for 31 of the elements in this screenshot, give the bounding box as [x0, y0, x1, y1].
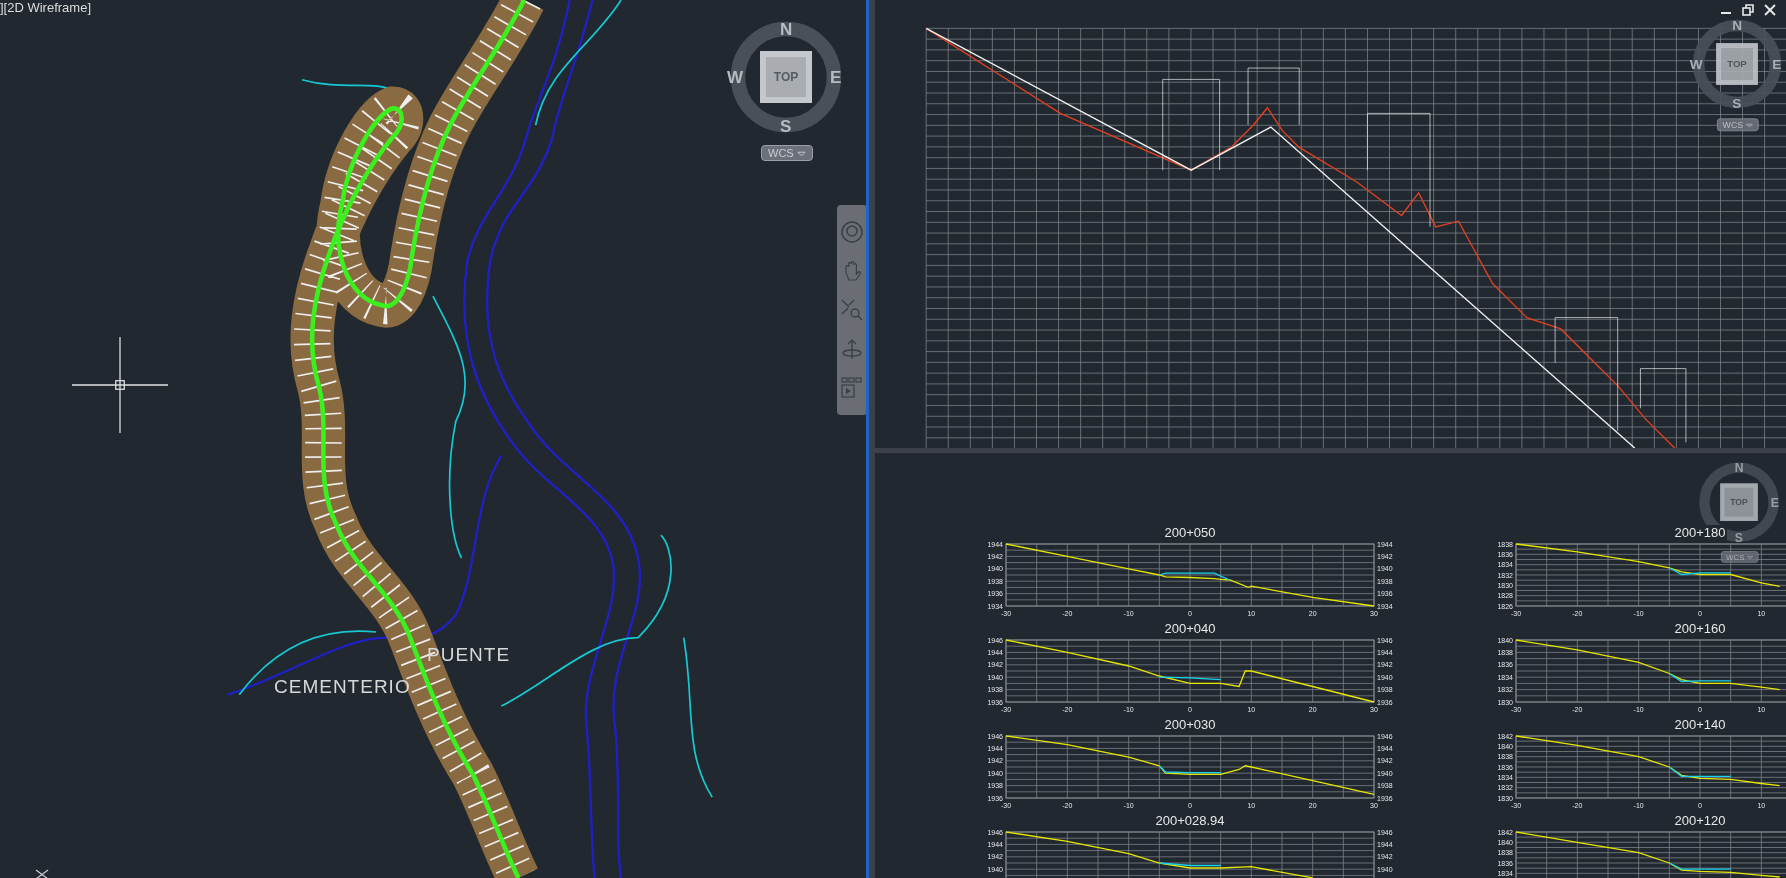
close-icon[interactable] — [1764, 4, 1776, 16]
ucs-icon — [34, 869, 50, 878]
viewport-label[interactable]: ][2D Wireframe] — [0, 0, 91, 15]
compass-south[interactable]: S — [780, 118, 792, 135]
compass-north[interactable]: N — [1732, 19, 1743, 33]
compass-north[interactable]: N — [780, 21, 793, 38]
compass-south[interactable]: S — [1732, 96, 1742, 111]
section-title: 200+040 — [1162, 621, 1218, 636]
crosshair-cursor-icon — [72, 337, 168, 433]
compass-east[interactable]: E — [1770, 496, 1779, 509]
compass-west[interactable]: W — [1689, 57, 1703, 72]
section-title: 200+030 — [1162, 717, 1218, 732]
section-title: 200+180 — [1672, 525, 1728, 540]
dropdown-caret-icon — [1745, 123, 1753, 128]
section-title: 200+120 — [1672, 813, 1728, 828]
compass-east[interactable]: E — [1772, 57, 1782, 72]
wcs-menu[interactable]: WCS — [1717, 118, 1759, 132]
section-title: 200+140 — [1672, 717, 1728, 732]
section-title: 200+160 — [1672, 621, 1728, 636]
compass-south[interactable]: S — [1734, 531, 1743, 544]
compass-west[interactable]: W — [727, 69, 744, 86]
wcs-menu[interactable]: WCS — [761, 145, 813, 161]
viewcube-top-face[interactable]: TOP — [1720, 483, 1758, 521]
viewcube-top-face[interactable]: TOP — [1716, 43, 1758, 85]
dropdown-caret-icon — [796, 151, 806, 157]
section-title: 200+050 — [1162, 525, 1218, 540]
section-title: 200+028.94 — [1153, 813, 1227, 828]
compass-east[interactable]: E — [830, 69, 842, 86]
compass-north[interactable]: N — [1734, 461, 1744, 475]
viewcube-top-face[interactable]: TOP — [760, 51, 812, 103]
restore-icon[interactable] — [1742, 4, 1754, 16]
